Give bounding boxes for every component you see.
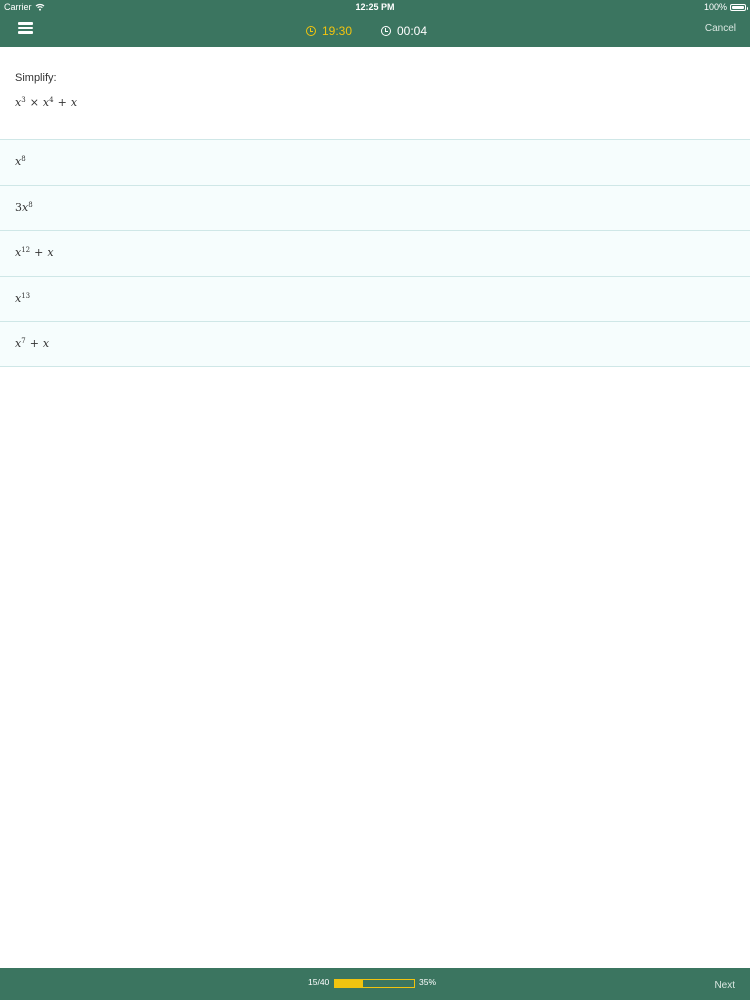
answer-tail-term: x	[47, 246, 54, 259]
plus-operator: +	[57, 96, 67, 109]
term-base: x	[70, 96, 78, 109]
answer-list: x8 3x8 x12 + x x13 x7 + x	[0, 139, 750, 367]
answer-option[interactable]: 3x8	[0, 184, 750, 230]
battery-icon	[730, 3, 748, 11]
battery-fill	[732, 5, 744, 9]
answer-option[interactable]: x8	[0, 139, 750, 185]
answer-exponent: 8	[28, 200, 33, 209]
clock-icon	[381, 26, 391, 36]
answer-option[interactable]: x12 + x	[0, 230, 750, 276]
menu-line	[18, 31, 33, 34]
nav-bar: 19:30 00:04 Cancel	[0, 14, 750, 47]
clock-icon	[306, 26, 316, 36]
elapsed-timer: 00:04	[381, 24, 427, 38]
top-bar: Carrier 12:25 PM 100% 19:30 00:04 Cancel	[0, 0, 750, 47]
progress-percent: 35%	[419, 977, 437, 987]
answer-operator: +	[29, 337, 39, 350]
answer-exponent: 8	[21, 155, 26, 163]
answer-exponent: 13	[21, 291, 31, 300]
status-battery: 100%	[703, 0, 748, 14]
hamburger-menu-icon[interactable]	[17, 20, 35, 36]
answer-operator: +	[34, 246, 44, 259]
progress-fill	[335, 980, 363, 987]
status-time: 12:25 PM	[355, 2, 395, 12]
countdown-value: 19:30	[322, 24, 353, 38]
menu-line	[18, 26, 33, 29]
progress-bar	[334, 979, 415, 988]
battery-percent: 100%	[703, 2, 727, 12]
answer-expression: x7 + x	[15, 337, 49, 350]
menu-line	[18, 22, 33, 25]
question-panel: Simplify: x3 × x4 + x	[0, 47, 750, 139]
answer-expression: x8	[15, 155, 26, 168]
answer-coefficient: 3	[15, 200, 22, 214]
answer-expression: x13	[15, 292, 30, 305]
question-prompt: Simplify:	[15, 72, 57, 84]
next-button[interactable]: Next	[714, 980, 735, 991]
answer-tail-term: x	[42, 337, 50, 350]
times-operator: ×	[29, 96, 39, 109]
term-exponent: 4	[49, 96, 54, 104]
question-expression: x3 × x4 + x	[15, 96, 77, 109]
answer-expression: x12 + x	[15, 246, 54, 259]
answer-option[interactable]: x7 + x	[0, 321, 750, 367]
answer-expression: 3x8	[15, 201, 33, 214]
status-bar: Carrier 12:25 PM 100%	[0, 0, 750, 14]
countdown-timer: 19:30	[306, 24, 352, 38]
cancel-button[interactable]: Cancel	[705, 23, 736, 34]
progress-count: 15/40	[308, 977, 330, 987]
elapsed-value: 00:04	[397, 24, 428, 38]
bottom-bar: 15/40 35% Next	[0, 968, 750, 1000]
answer-exponent: 12	[21, 246, 31, 254]
answer-option[interactable]: x13	[0, 275, 750, 321]
